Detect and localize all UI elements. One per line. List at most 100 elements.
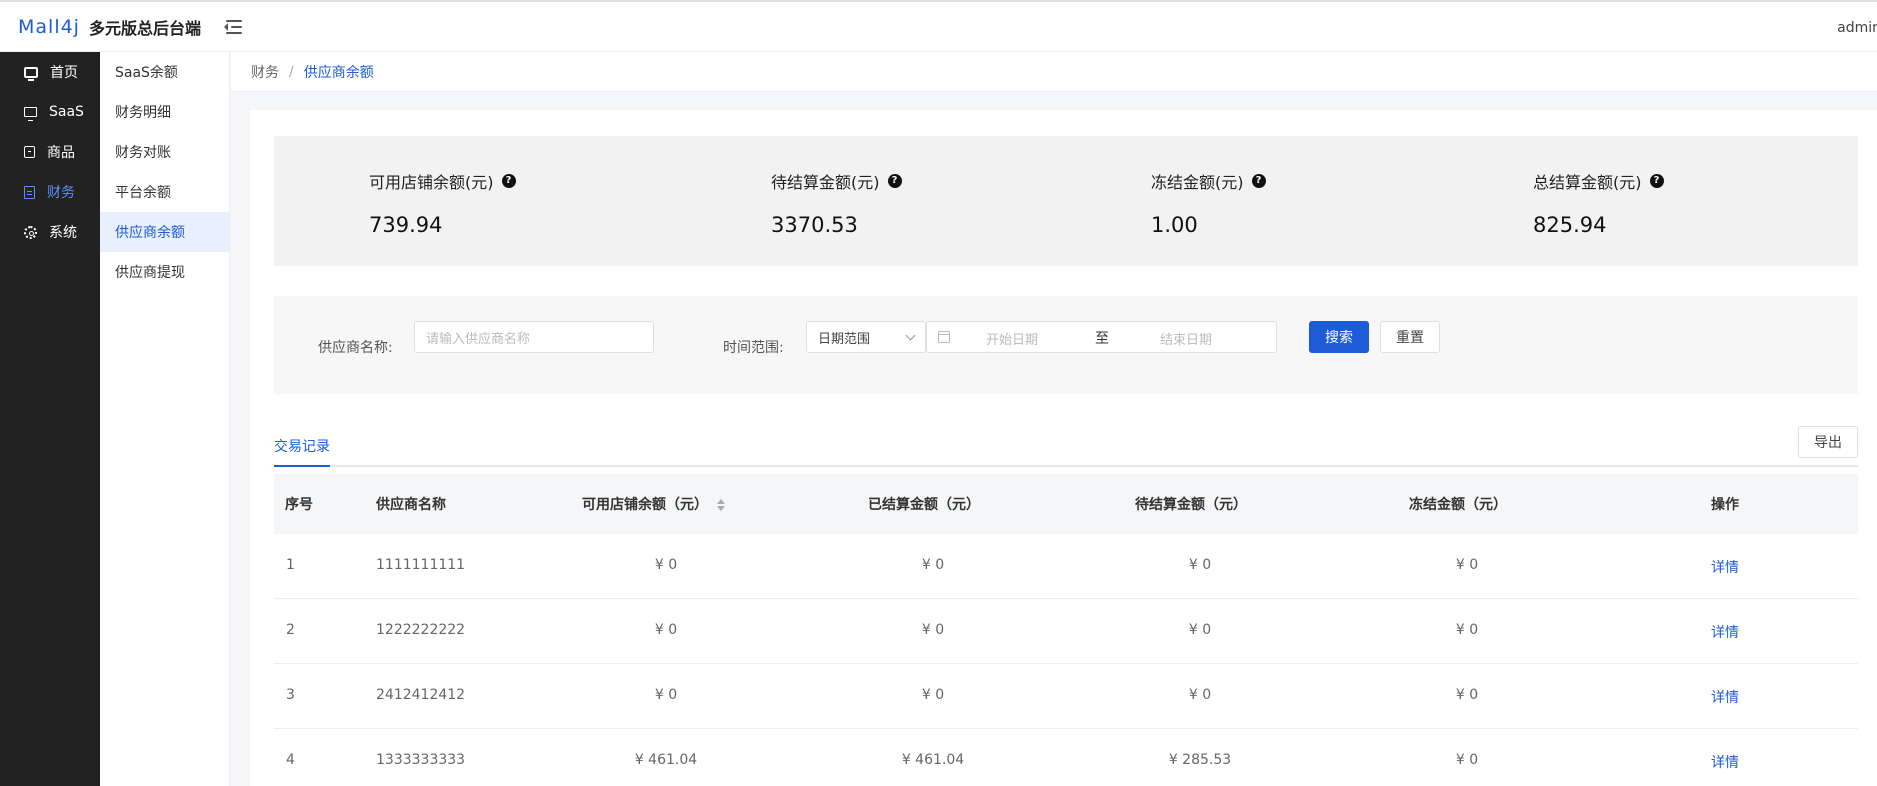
time-range-label: 时间范围: [723,340,784,356]
date-range-picker[interactable]: 开始日期 至 结束日期 [926,321,1277,353]
cell-supplier-name: 1222222222 [376,622,466,638]
start-date-input[interactable]: 开始日期 [986,329,1038,348]
subnav-item-supplier-balance[interactable]: 供应商余额 [100,212,229,252]
time-range-select-value: 日期范围 [818,331,871,347]
cell-pending-amount: ¥ 0 [1188,622,1212,638]
logo[interactable]: Mall4j 多元版总后台端 [0,15,220,39]
stat-label: 冻结金额(元) [1151,173,1244,192]
detail-link[interactable]: 详情 [1711,557,1739,577]
help-icon[interactable]: ? [501,174,516,188]
stat-label: 总结算金额(元) [1533,173,1642,192]
cell-frozen-amount: ¥ 0 [1455,752,1479,768]
home-icon [24,66,38,81]
column-header-action: 操作 [1711,497,1739,513]
help-icon[interactable]: ? [1649,174,1664,188]
finance-icon [24,185,35,199]
calendar-icon [938,331,950,343]
sidebar-item-saas[interactable]: SaaS [0,92,100,132]
cell-pending-amount: ¥ 0 [1188,557,1212,573]
sidebar-item-label: SaaS [49,104,84,120]
help-icon[interactable]: ? [887,174,902,188]
sidebar-item-label: 商品 [47,145,75,161]
cell-index: 2 [286,622,295,638]
detail-link[interactable]: 详情 [1711,622,1739,642]
table-row: 3 2412412412 ¥ 0 ¥ 0 ¥ 0 ¥ 0 详情 [274,664,1858,729]
column-header-settled-amount: 已结算金额（元） [868,497,980,513]
subnav-item-platform-balance[interactable]: 平台余额 [100,172,229,212]
cell-available-balance: ¥ 461.04 [634,752,698,768]
cell-available-balance: ¥ 0 [654,687,678,703]
settings-icon [24,225,37,239]
sidebar-item-label: 系统 [49,225,77,241]
cell-available-balance: ¥ 0 [654,557,678,573]
user-name[interactable]: admin [1837,20,1877,36]
breadcrumb: 财务 / 供应商余额 [231,52,1877,92]
stat-label: 可用店铺余额(元) [369,173,494,192]
table-row: 2 1222222222 ¥ 0 ¥ 0 ¥ 0 ¥ 0 详情 [274,599,1858,664]
column-header-frozen-amount: 冻结金额（元） [1409,497,1507,513]
secondary-sidebar: SaaS余额 财务明细 财务对账 平台余额 供应商余额 供应商提现 [100,52,230,786]
sort-icon[interactable] [716,499,726,511]
stat-value: 1.00 [1151,213,1198,237]
supplier-name-label: 供应商名称: [318,340,393,356]
stat-value: 739.94 [369,213,443,237]
sidebar-item-label: 首页 [50,65,78,81]
cell-index: 1 [286,557,295,573]
cell-settled-amount: ¥ 461.04 [901,752,965,768]
menu-collapse-icon[interactable] [224,19,242,34]
end-date-input[interactable]: 结束日期 [1160,329,1212,348]
cell-pending-amount: ¥ 0 [1188,687,1212,703]
stat-label: 待结算金额(元) [771,173,880,192]
sidebar-item-label: 财务 [47,185,75,201]
tab-transaction-records[interactable]: 交易记录 [274,436,330,467]
subnav-item-finance-detail[interactable]: 财务明细 [100,92,229,132]
stat-value: 825.94 [1533,213,1607,237]
logo-mark: Mall4j [18,15,80,38]
subnav-item-finance-reconcile[interactable]: 财务对账 [100,132,229,172]
help-icon[interactable]: ? [1251,174,1266,188]
search-button[interactable]: 搜索 [1309,321,1369,353]
cell-supplier-name: 2412412412 [376,687,466,703]
detail-link[interactable]: 详情 [1711,752,1739,772]
breadcrumb-separator: / [289,63,294,80]
stat-value: 3370.53 [771,213,858,237]
main-panel: 可用店铺余额(元)? 739.94 待结算金额(元)? 3370.53 冻结金额… [250,110,1877,786]
supplier-name-placeholder: 请输入供应商名称 [426,331,531,347]
column-header-available-balance[interactable]: 可用店铺余额（元） [582,494,726,514]
table-header: 序号 供应商名称 可用店铺余额（元） 已结算金额（元） 待结算金额（元） 冻结金… [274,474,1858,534]
cell-available-balance: ¥ 0 [654,622,678,638]
filter-panel: 供应商名称: 请输入供应商名称 时间范围: 日期范围 开始日期 至 结束日期 搜… [274,296,1858,394]
goods-icon [24,146,35,158]
sidebar-item-finance[interactable]: 财务 [0,172,100,212]
table-row: 4 1333333333 ¥ 461.04 ¥ 461.04 ¥ 285.53 … [274,729,1858,786]
chevron-down-icon [905,330,916,341]
export-button[interactable]: 导出 [1798,426,1858,458]
tabs-bar: 交易记录 导出 [274,426,1858,467]
reset-button[interactable]: 重置 [1380,321,1440,353]
cell-index: 4 [286,752,295,768]
column-header-index: 序号 [285,497,313,513]
detail-link[interactable]: 详情 [1711,687,1739,707]
range-separator: 至 [1095,331,1109,347]
stats-panel: 可用店铺余额(元)? 739.94 待结算金额(元)? 3370.53 冻结金额… [274,136,1858,266]
cell-settled-amount: ¥ 0 [921,557,945,573]
subnav-item-supplier-withdraw[interactable]: 供应商提现 [100,252,229,292]
column-header-supplier-name: 供应商名称 [376,497,446,513]
sidebar-item-system[interactable]: 系统 [0,212,100,252]
cell-settled-amount: ¥ 0 [921,687,945,703]
logo-text: 多元版总后台端 [88,18,201,38]
cell-supplier-name: 1333333333 [376,752,466,768]
table-row: 1 1111111111 ¥ 0 ¥ 0 ¥ 0 ¥ 0 详情 [274,534,1858,599]
cell-frozen-amount: ¥ 0 [1455,557,1479,573]
subnav-item-saas-balance[interactable]: SaaS余额 [100,52,229,92]
cell-index: 3 [286,687,295,703]
sidebar-item-home[interactable]: 首页 [0,52,100,92]
supplier-name-input[interactable]: 请输入供应商名称 [414,321,654,353]
breadcrumb-current: 供应商余额 [303,64,374,81]
breadcrumb-parent[interactable]: 财务 [251,62,279,82]
time-range-select[interactable]: 日期范围 [806,321,926,353]
sidebar-item-goods[interactable]: 商品 [0,132,100,172]
primary-sidebar: 首页 SaaS 商品 财务 系统 [0,52,100,786]
cell-frozen-amount: ¥ 0 [1455,622,1479,638]
cell-settled-amount: ¥ 0 [921,622,945,638]
